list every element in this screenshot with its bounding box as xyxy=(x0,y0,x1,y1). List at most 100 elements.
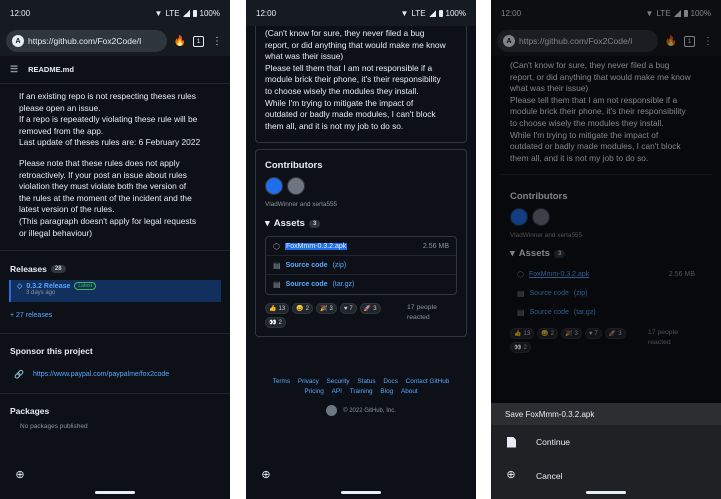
gesture-nav-bar[interactable] xyxy=(341,491,381,494)
url-text: https://github.com/Fox2Code/I xyxy=(28,36,142,46)
text-line: please open an issue. xyxy=(19,102,101,113)
tab-switcher-button[interactable]: 1 xyxy=(193,35,204,47)
signal-icon xyxy=(182,9,190,17)
eyes-icon: 👀 xyxy=(269,320,277,327)
cancel-button[interactable]: Cancel xyxy=(491,459,721,493)
continue-label: Continue xyxy=(536,437,571,447)
sponsor-link-row[interactable]: 🔗 https://www.paypal.com/paypalme/fox2co… xyxy=(0,356,230,379)
assets-list: ⬡ FoxMmm-0.3.2.apk 2.56 MB ▤ Source code… xyxy=(265,236,457,296)
asset-ext: (zip) xyxy=(332,261,347,269)
footer-link[interactable]: Status xyxy=(357,378,375,385)
asset-row-apk[interactable]: ⬡ FoxMmm-0.3.2.apk 2.56 MB xyxy=(266,237,456,257)
text-line: module brick their phone, it's their res… xyxy=(265,74,441,85)
readme-title: README.md xyxy=(28,65,74,74)
flame-icon[interactable]: 🔥 xyxy=(173,34,187,48)
assets-count-badge: 3 xyxy=(308,219,321,228)
site-favicon-icon: A xyxy=(12,35,24,47)
assets-heading[interactable]: ▾ Assets 3 xyxy=(265,218,457,229)
text-line: Last update of theses rules are: 6 Febru… xyxy=(19,137,201,148)
zoom-icon[interactable]: ⊕ xyxy=(255,463,277,485)
reaction-smile[interactable]: 😄 2 xyxy=(292,303,313,315)
text-line: the rules at the moment of the incident … xyxy=(19,192,192,203)
packages-heading[interactable]: Packages xyxy=(0,394,230,416)
list-icon[interactable]: ☰ xyxy=(10,64,18,75)
reaction-count: 3 xyxy=(373,305,377,312)
reaction-count: 3 xyxy=(329,305,333,312)
sponsor-heading: Sponsor this project xyxy=(10,346,93,357)
avatar[interactable] xyxy=(265,177,283,196)
gesture-nav-bar[interactable] xyxy=(95,491,135,494)
asset-link[interactable]: Source code xyxy=(286,281,328,288)
asset-row-targz[interactable]: ▤ Source code (tar.gz) xyxy=(266,275,456,294)
reaction-rocket[interactable]: 🚀 3 xyxy=(359,303,381,315)
asset-link[interactable]: Source code xyxy=(286,262,328,269)
wifi-icon: ▼ xyxy=(400,8,409,18)
releases-count-badge: 28 xyxy=(50,265,66,274)
text-line: or illegal behaviour) xyxy=(19,227,93,238)
github-logo-icon[interactable] xyxy=(326,405,338,417)
reacted-summary: 17 people reacted xyxy=(403,303,437,328)
text-line: what was their issue) xyxy=(265,51,344,62)
reaction-count: 2 xyxy=(305,305,309,312)
text-line: them all, and it is not my job to do so. xyxy=(265,120,404,131)
gesture-nav-bar[interactable] xyxy=(586,491,626,494)
footer-link[interactable]: API xyxy=(332,388,342,395)
wifi-icon: ▼ xyxy=(154,8,163,18)
battery-icon xyxy=(438,9,443,17)
reaction-count: 7 xyxy=(349,305,353,312)
text-line: If a repo is repeatedly violating these … xyxy=(19,114,198,125)
footer-link[interactable]: About xyxy=(401,388,418,395)
footer-link[interactable]: Security xyxy=(327,378,350,385)
phone-screen-readme: 12:00 ▼ LTE 100% A https://github.com/Fo… xyxy=(0,0,230,499)
releases-heading[interactable]: Releases 28 xyxy=(0,251,230,274)
reaction-count: 13 xyxy=(278,305,286,312)
text-line: While I'm trying to mitigate the impact … xyxy=(265,97,414,108)
footer-link[interactable]: Blog xyxy=(380,388,393,395)
more-releases-link[interactable]: + 27 releases xyxy=(0,302,230,319)
continue-button[interactable]: Continue xyxy=(491,425,721,459)
zoom-icon[interactable]: ⊕ xyxy=(9,463,31,485)
status-time: 12:00 xyxy=(10,8,31,18)
battery-icon xyxy=(192,9,197,17)
text-line: report, or did anything that would make … xyxy=(265,39,446,50)
footer-link[interactable]: Terms xyxy=(273,378,290,385)
text-line: outdated or badly made modules, I can't … xyxy=(265,109,436,120)
latest-release-card[interactable]: ◇ 0.3.2 Release Latest 3 days ago xyxy=(9,280,221,303)
release-name: 0.3.2 Release xyxy=(26,282,71,290)
reaction-eyes[interactable]: 👀 2 xyxy=(265,317,286,329)
reaction-tada[interactable]: 🎉 3 xyxy=(316,303,337,315)
releases-title: Releases xyxy=(10,264,47,275)
avatar[interactable] xyxy=(287,177,305,196)
zoom-icon[interactable]: ⊕ xyxy=(500,463,522,485)
file-zip-icon: ▤ xyxy=(273,280,281,290)
footer-link[interactable]: Docs xyxy=(383,378,398,385)
more-menu-icon[interactable]: ⋮ xyxy=(210,34,224,48)
sponsor-link[interactable]: https://www.paypal.com/paypalme/fox2code xyxy=(33,371,169,378)
thumbs-up-icon: 👍 xyxy=(269,306,277,313)
reactions-row: 👍 13 😄 2 🎉 3 ♥ 7 🚀 3 👀 2 17 people reacted xyxy=(265,303,457,329)
reaction-heart[interactable]: ♥ 7 xyxy=(339,303,357,315)
asset-link[interactable]: FoxMmm-0.3.2.apk xyxy=(284,242,348,250)
packages-text: No packages published xyxy=(20,423,88,431)
footer-link[interactable]: Training xyxy=(350,388,373,395)
asset-left: ⬡ FoxMmm-0.3.2.apk xyxy=(273,242,348,251)
release-title-row: ◇ 0.3.2 Release Latest xyxy=(17,282,215,291)
phone-screen-assets: 12:00 ▼ LTE 100% (Can't know for sure, t… xyxy=(246,0,476,499)
text-line: removed from the app. xyxy=(19,125,104,136)
release-details-card: Contributors VladWinner and xerta555 ▾ A… xyxy=(255,149,467,338)
footer-link[interactable]: Pricing xyxy=(304,388,324,395)
text-line: (This paragraph doesn't apply for legal … xyxy=(19,215,197,226)
release-notes-text: (Can't know for sure, they never filed a… xyxy=(256,28,466,132)
asset-left: ▤ Source code (zip) xyxy=(273,261,346,270)
status-indicators: ▼ LTE 100% xyxy=(401,9,466,18)
text-line: to choose wisely the modules they instal… xyxy=(265,85,419,96)
asset-row-zip[interactable]: ▤ Source code (zip) xyxy=(266,256,456,276)
footer-link[interactable]: Contact GitHub xyxy=(406,378,450,385)
contributors-heading: Contributors xyxy=(265,160,323,172)
battery-level: 100% xyxy=(445,8,466,18)
footer-link[interactable]: Privacy xyxy=(298,378,319,385)
address-bar[interactable]: A https://github.com/Fox2Code/I xyxy=(6,30,167,52)
status-time: 12:00 xyxy=(256,8,277,18)
text-line: latest version of the rules. xyxy=(19,204,115,215)
reaction-thumbs-up[interactable]: 👍 13 xyxy=(265,303,290,315)
